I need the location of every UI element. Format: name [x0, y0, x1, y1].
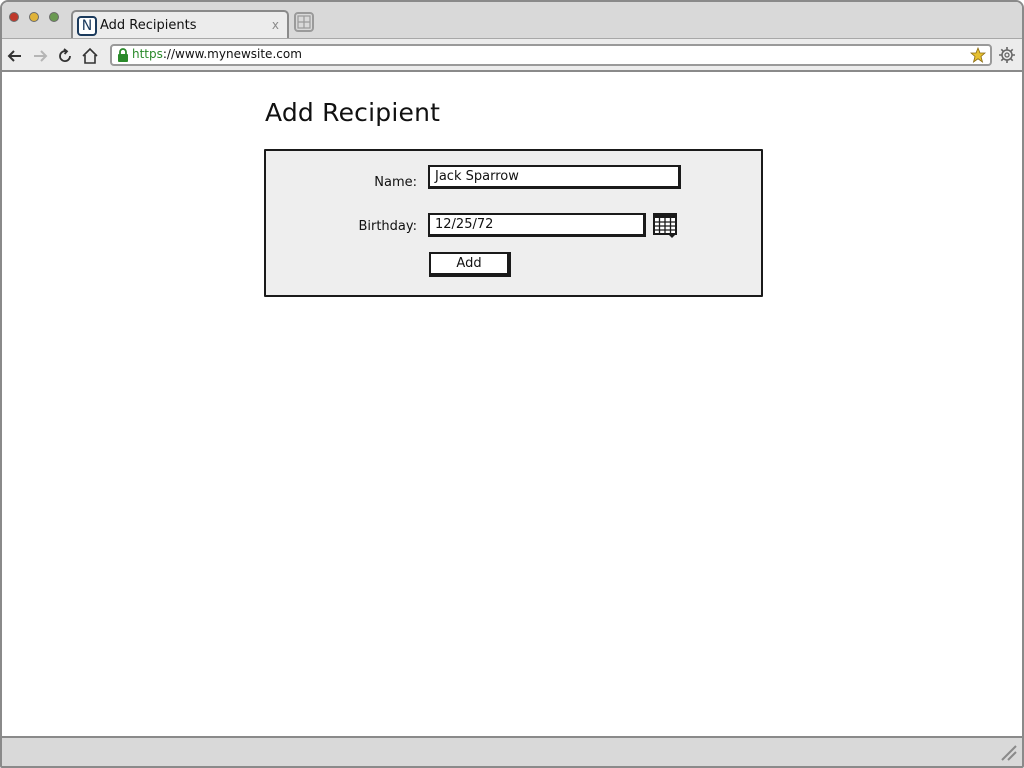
lock-icon	[118, 48, 128, 62]
tab-close-icon[interactable]: x	[272, 18, 279, 32]
add-button[interactable]: Add	[429, 252, 511, 277]
address-bar[interactable]: https://www.mynewsite.com	[110, 44, 992, 66]
url-text: https://www.mynewsite.com	[132, 47, 302, 61]
url-host: ://www.mynewsite.com	[162, 47, 302, 61]
add-recipient-form: Name: Jack Sparrow Birthday: 12/25/72 Ad…	[264, 149, 763, 297]
birthday-label: Birthday:	[358, 219, 417, 234]
browser-tab[interactable]: N Add Recipients x	[71, 10, 289, 39]
window-minimize-button[interactable]	[29, 12, 39, 22]
new-tab-button[interactable]	[294, 12, 314, 32]
new-tab-icon	[297, 15, 311, 29]
tab-title: Add Recipients	[100, 18, 197, 33]
reload-icon[interactable]	[56, 47, 74, 65]
resize-grip-icon[interactable]	[1000, 744, 1018, 762]
forward-arrow-icon[interactable]	[31, 47, 49, 65]
home-icon[interactable]	[81, 47, 99, 65]
back-arrow-icon[interactable]	[6, 47, 24, 65]
window-maximize-button[interactable]	[49, 12, 59, 22]
browser-window: N Add Recipients x https://www.mynewsite…	[0, 0, 1024, 768]
site-favicon-icon: N	[77, 16, 97, 36]
calendar-picker-icon[interactable]	[653, 213, 679, 239]
name-label: Name:	[374, 175, 417, 190]
status-bar	[2, 736, 1022, 766]
bookmark-star-icon[interactable]	[970, 47, 986, 63]
settings-gear-icon[interactable]	[998, 46, 1016, 64]
name-input[interactable]: Jack Sparrow	[428, 165, 681, 189]
window-close-button[interactable]	[9, 12, 19, 22]
tab-strip: N Add Recipients x	[2, 2, 1022, 39]
page-title: Add Recipient	[265, 98, 441, 127]
url-scheme: https	[132, 47, 163, 61]
birthday-input[interactable]: 12/25/72	[428, 213, 646, 237]
browser-toolbar: https://www.mynewsite.com	[2, 38, 1022, 72]
